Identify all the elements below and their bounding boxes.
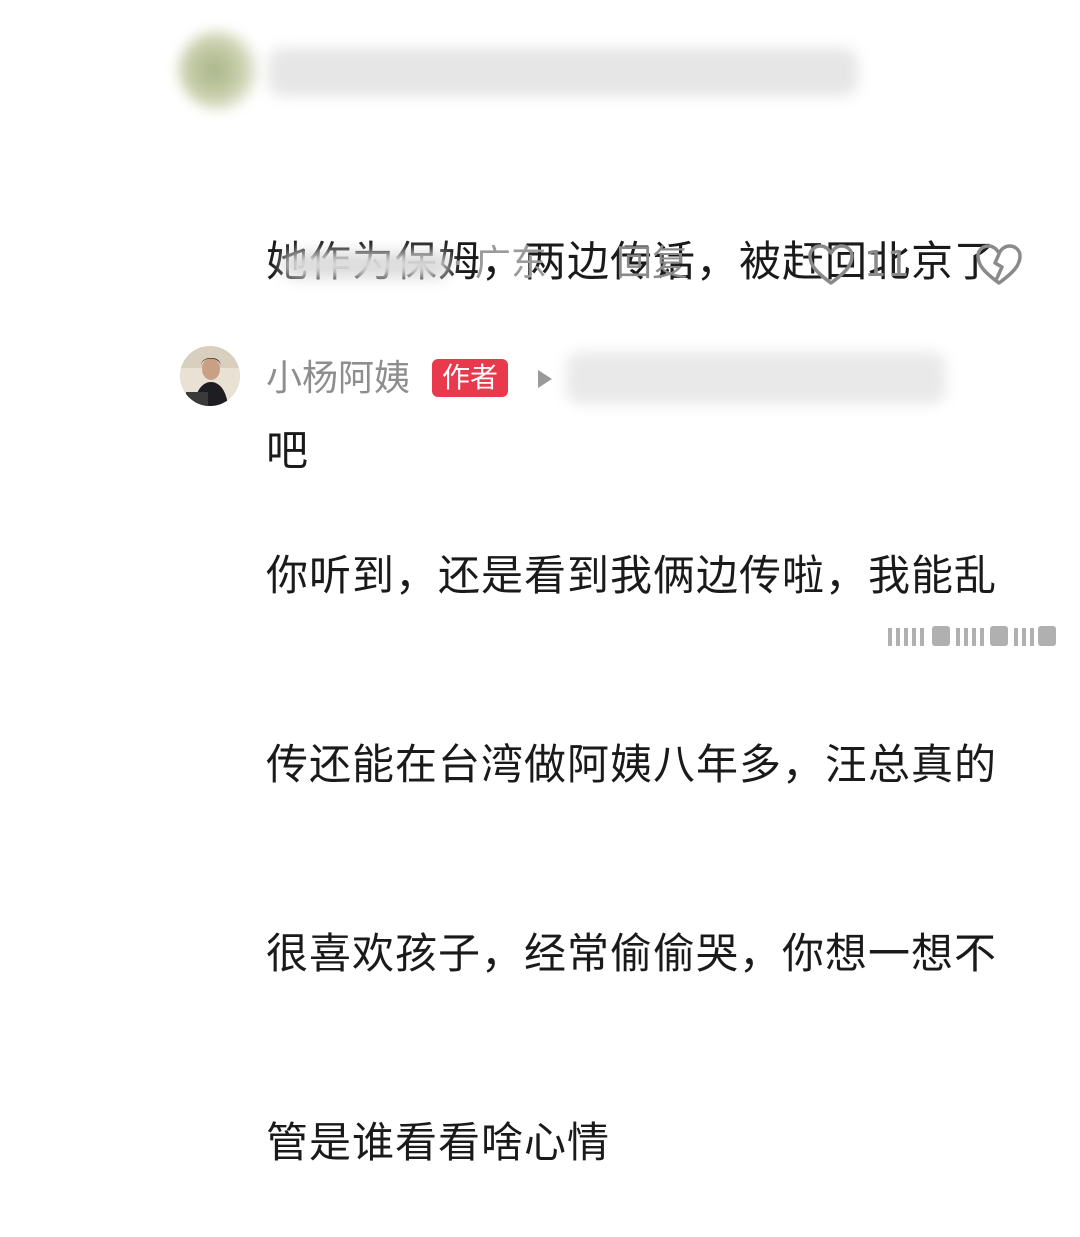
watermark bbox=[886, 622, 1066, 650]
broken-heart-icon[interactable] bbox=[974, 242, 1024, 288]
author-avatar[interactable] bbox=[180, 346, 240, 406]
blurred-avatar[interactable] bbox=[178, 30, 258, 110]
blurred-reply-target bbox=[566, 352, 946, 404]
blurred-timestamp bbox=[282, 252, 450, 278]
watermark-logo bbox=[888, 626, 1056, 646]
blurred-username bbox=[268, 48, 858, 96]
like-button[interactable]: 11 bbox=[806, 240, 916, 290]
author-name[interactable]: 小杨阿姨 bbox=[266, 357, 410, 401]
author-photo bbox=[180, 346, 240, 406]
play-triangle-icon bbox=[538, 370, 552, 388]
comment-2-line-3: 很喜欢孩子，经常偷偷哭，你想一想不 bbox=[266, 929, 998, 978]
comment-2-line-4: 管是谁看看啥心情 bbox=[266, 1118, 611, 1167]
comment-2-line-2: 传还能在台湾做阿姨八年多，汪总真的 bbox=[266, 740, 998, 789]
comment-1-location: · 广东 bbox=[452, 243, 547, 284]
author-badge: 作者 bbox=[432, 359, 509, 397]
reply-button[interactable]: 回复 bbox=[616, 244, 688, 284]
comment-2-body: 你听到，还是看到我俩边传啦，我能乱 传还能在台湾做阿姨八年多，汪总真的 很喜欢孩… bbox=[266, 418, 997, 1237]
like-count: 11 bbox=[864, 244, 910, 285]
heart-outline-icon bbox=[808, 244, 854, 285]
comment-2-line-1: 你听到，还是看到我俩边传啦，我能乱 bbox=[266, 551, 998, 600]
